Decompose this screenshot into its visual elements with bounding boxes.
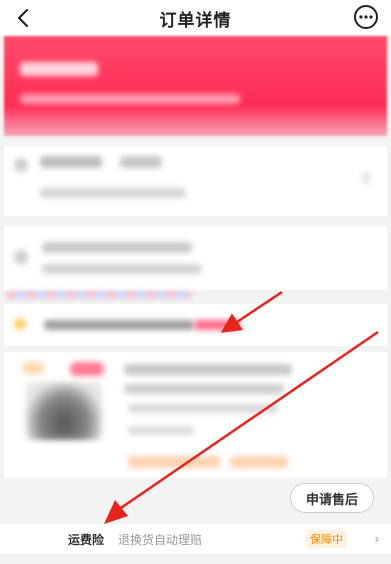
insurance-status-badge: 保障中	[306, 530, 347, 548]
logistics-status-blurred	[42, 242, 192, 253]
store-icon	[14, 318, 26, 330]
shipping-insurance-row[interactable]: 运费险 退换货自动理赔 保障中 ›	[0, 524, 391, 554]
header-bar: 订单详情	[0, 0, 391, 36]
decorative-stripe	[6, 292, 192, 298]
product-tag-right	[70, 362, 104, 376]
ellipsis-circle-icon	[354, 5, 378, 29]
store-row[interactable]	[4, 304, 387, 346]
product-card[interactable]	[4, 352, 387, 478]
status-text-blurred	[20, 62, 98, 76]
product-title-blurred	[124, 364, 292, 375]
address-card[interactable]	[4, 146, 387, 216]
product-title-blurred-2	[124, 384, 284, 394]
product-tag-orange-2	[230, 456, 288, 468]
phone-blurred	[120, 156, 162, 168]
address-blurred	[40, 188, 186, 198]
chevron-right-icon	[362, 172, 370, 184]
product-image	[26, 382, 102, 440]
annotation-arrow-head	[104, 500, 128, 524]
chevron-right-icon: ›	[374, 531, 379, 546]
more-button[interactable]	[353, 4, 379, 30]
apply-after-sales-button[interactable]: 申请售后	[290, 483, 374, 513]
logistics-detail-blurred	[42, 264, 202, 274]
truck-icon	[14, 250, 28, 264]
insurance-label: 运费险	[68, 533, 105, 547]
page-title: 订单详情	[159, 11, 232, 30]
store-badge-blurred	[194, 320, 240, 330]
product-tag-orange-1	[128, 456, 220, 468]
location-icon	[14, 158, 28, 172]
product-tag-left	[22, 362, 44, 374]
insurance-description: 退换货自动理赔	[118, 533, 203, 547]
product-spec-blurred-2	[128, 426, 194, 435]
product-spec-blurred	[128, 404, 278, 413]
logistics-card[interactable]	[4, 226, 387, 290]
order-status-banner	[4, 36, 387, 136]
store-name-blurred	[44, 320, 194, 330]
recipient-blurred	[40, 156, 102, 168]
status-subtext-blurred	[20, 94, 240, 104]
